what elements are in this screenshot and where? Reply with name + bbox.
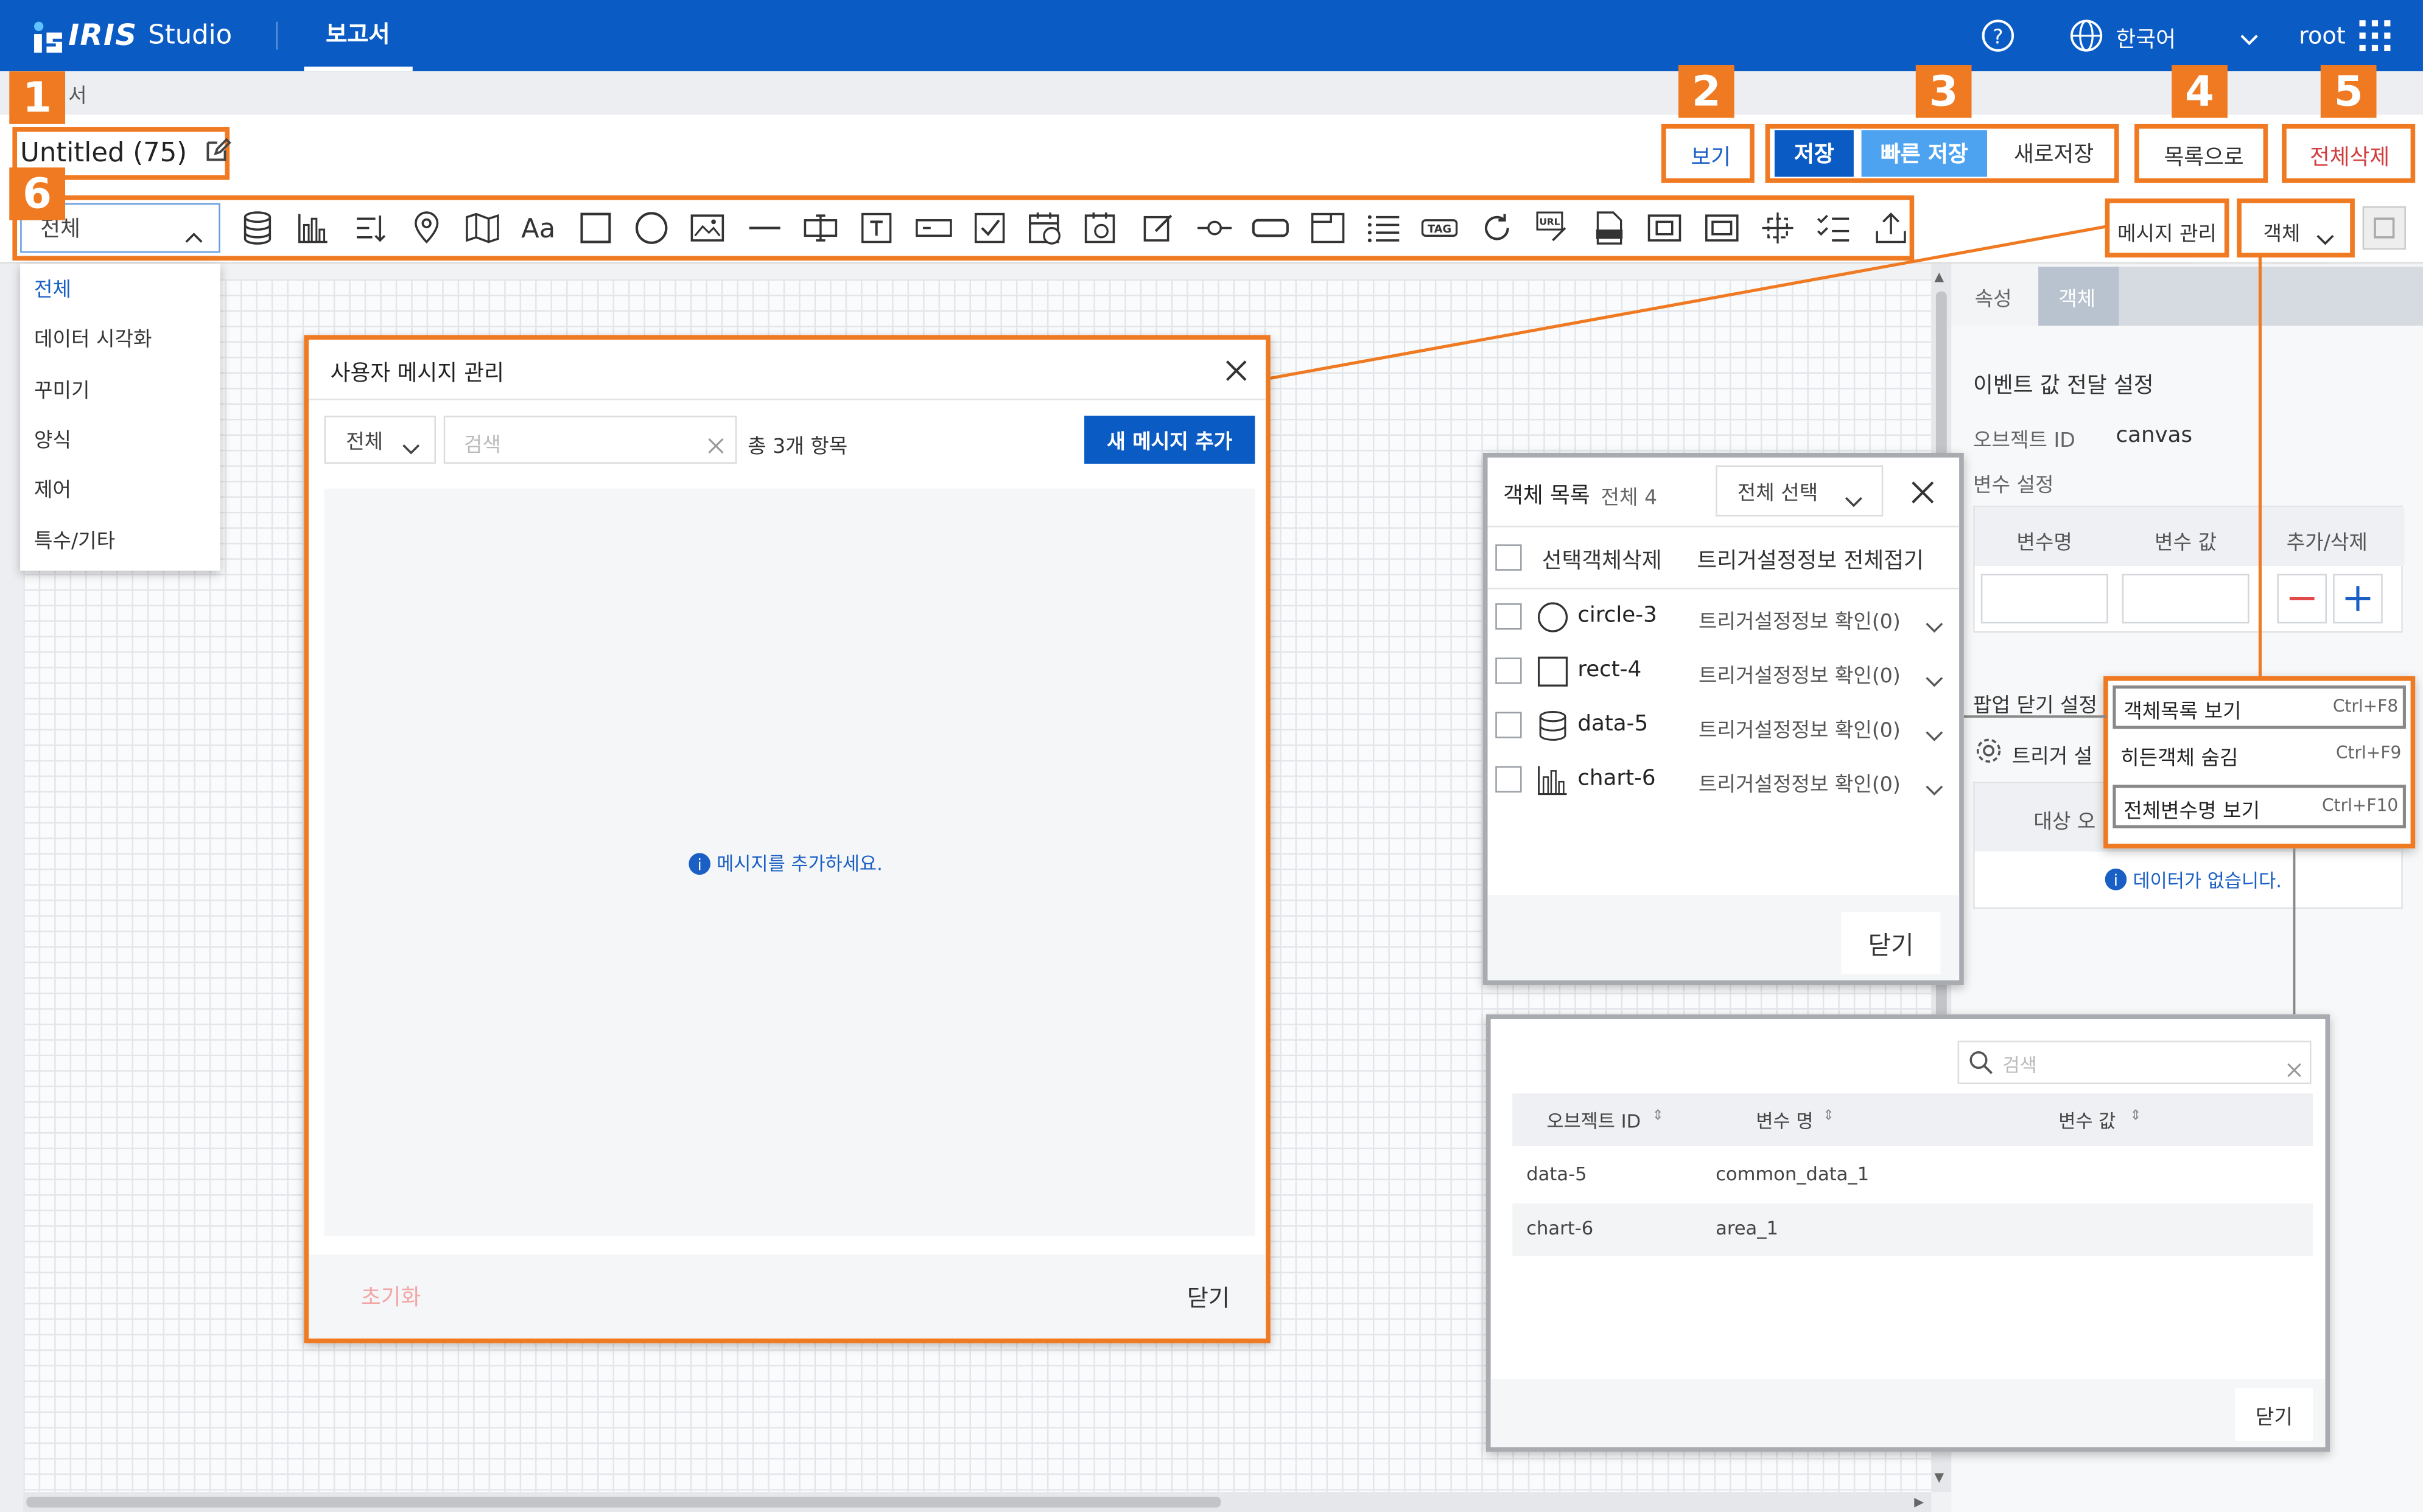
message-close-button[interactable]: 닫기 xyxy=(1154,1270,1263,1323)
info-icon: i xyxy=(689,852,710,881)
object-name: circle-3 xyxy=(1577,603,1657,628)
table-row[interactable]: data-5 common_data_1 xyxy=(1512,1149,2313,1202)
object-list-row: chart-6 트리거설정정보 확인(0) xyxy=(1488,766,1960,813)
sort-icon[interactable]: ⇕ xyxy=(1823,1109,1834,1124)
message-dialog-footer xyxy=(309,1255,1266,1339)
object-name: rect-4 xyxy=(1577,657,1642,683)
table-row[interactable]: chart-6 area_1 xyxy=(1512,1203,2313,1256)
reset-button[interactable]: 초기화 xyxy=(336,1270,446,1323)
col-variable-value[interactable]: 변수 값 xyxy=(2058,1107,2116,1133)
row-checkbox[interactable] xyxy=(1495,603,1522,630)
message-search-input[interactable]: 검색 xyxy=(443,415,737,464)
cell-variable-name: area_1 xyxy=(1716,1217,1779,1239)
delete-selected-label: 선택객체삭제 xyxy=(1541,548,1662,574)
message-count: 총 3개 항목 xyxy=(748,435,848,460)
object-list-dialog: 객체 목록 전체 4 전체 선택 선택객체삭제 트리거설정정보 전체접기 cir… xyxy=(1482,453,1964,985)
trigger-info-link[interactable]: 트리거설정정보 확인(0) xyxy=(1699,768,1901,797)
object-list-close-button[interactable]: 닫기 xyxy=(1841,912,1941,975)
message-search-placeholder: 검색 xyxy=(463,434,501,458)
chevron-down-icon[interactable] xyxy=(1925,665,1944,695)
svg-text:i: i xyxy=(698,856,702,874)
message-dialog-title: 사용자 메시지 관리 xyxy=(330,361,504,387)
chevron-down-icon[interactable] xyxy=(1925,774,1944,803)
variable-dialog-footer xyxy=(1490,1379,2326,1447)
chart-icon xyxy=(1537,765,1568,802)
divider xyxy=(1487,525,1960,528)
cell-object-id: chart-6 xyxy=(1526,1217,1594,1239)
delete-selected-checkbox[interactable] xyxy=(1495,544,1522,571)
variable-close-button[interactable]: 닫기 xyxy=(2235,1388,2313,1441)
chevron-down-icon xyxy=(1845,486,1864,515)
row-checkbox[interactable] xyxy=(1495,657,1522,684)
chevron-down-icon[interactable] xyxy=(1925,719,1944,749)
select-all-dropdown[interactable]: 전체 선택 xyxy=(1716,465,1884,517)
sort-icon[interactable]: ⇕ xyxy=(1652,1109,1664,1124)
message-filter-select[interactable]: 전체 xyxy=(324,415,436,464)
clear-icon[interactable] xyxy=(707,431,724,460)
message-dialog: 사용자 메시지 관리 전체 검색 총 3개 항목 새 메시지 추가 i 메시지를… xyxy=(304,335,1271,1343)
divider xyxy=(1487,587,1960,590)
close-icon[interactable] xyxy=(1911,481,1934,510)
collapse-all-triggers[interactable]: 트리거설정정보 전체접기 xyxy=(1697,544,1924,575)
trigger-info-link[interactable]: 트리거설정정보 확인(0) xyxy=(1699,713,1901,743)
object-name: chart-6 xyxy=(1577,766,1656,791)
chevron-down-icon xyxy=(402,433,421,462)
object-list-row: rect-4 트리거설정정보 확인(0) xyxy=(1488,656,1960,704)
message-list-area: i 메시지를 추가하세요. xyxy=(324,488,1255,1236)
object-list-row: circle-3 트리거설정정보 확인(0) xyxy=(1488,602,1960,649)
object-list-title: 객체 목록 xyxy=(1503,483,1590,509)
variable-list-dialog: 검색 오브젝트 ID ⇕ 변수 명 ⇕ 변수 값 ⇕ data-5 common_… xyxy=(1485,1014,2330,1452)
cell-variable-name: common_data_1 xyxy=(1716,1163,1870,1185)
divider xyxy=(309,398,1266,401)
trigger-info-link[interactable]: 트리거설정정보 확인(0) xyxy=(1699,605,1901,634)
sort-icon[interactable]: ⇕ xyxy=(2130,1109,2141,1124)
row-checkbox[interactable] xyxy=(1495,712,1522,738)
search-icon xyxy=(1968,1050,1993,1081)
select-all-label: 전체 선택 xyxy=(1737,482,1818,506)
variable-search-placeholder: 검색 xyxy=(2002,1054,2037,1077)
col-object-id[interactable]: 오브젝트 ID xyxy=(1546,1107,1641,1133)
close-icon[interactable] xyxy=(1224,359,1249,390)
row-checkbox[interactable] xyxy=(1495,766,1522,793)
cell-object-id: data-5 xyxy=(1526,1163,1587,1185)
col-variable-name[interactable]: 변수 명 xyxy=(1756,1107,1813,1133)
message-filter-value: 전체 xyxy=(346,431,384,455)
add-message-button[interactable]: 새 메시지 추가 xyxy=(1084,415,1255,464)
object-name: data-5 xyxy=(1577,712,1649,737)
object-list-row: data-5 트리거설정정보 확인(0) xyxy=(1488,710,1960,758)
clear-icon[interactable] xyxy=(2287,1055,2302,1084)
circle-icon xyxy=(1537,602,1568,639)
chevron-down-icon[interactable] xyxy=(1925,611,1944,640)
message-empty-text: 메시지를 추가하세요. xyxy=(717,853,883,875)
object-list-count: 전체 4 xyxy=(1601,487,1658,511)
rect-icon xyxy=(1537,656,1568,693)
variable-search-input[interactable]: 검색 xyxy=(1957,1040,2312,1085)
data-icon xyxy=(1537,710,1568,747)
variable-table-header: 오브젝트 ID ⇕ 변수 명 ⇕ 변수 값 ⇕ xyxy=(1512,1093,2313,1146)
trigger-info-link[interactable]: 트리거설정정보 확인(0) xyxy=(1699,659,1901,688)
